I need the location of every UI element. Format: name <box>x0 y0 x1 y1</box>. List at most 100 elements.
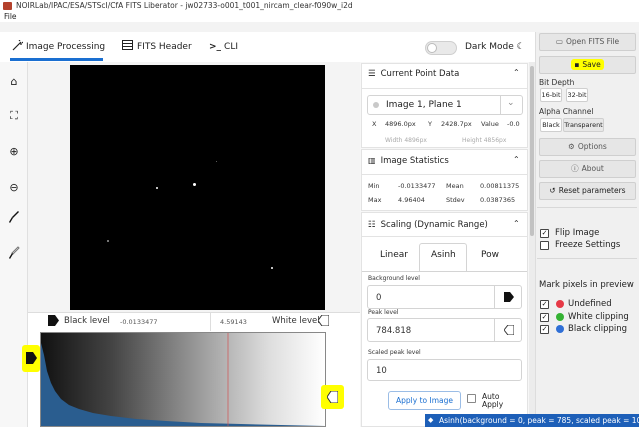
undefined-label: Undefined <box>568 299 612 309</box>
bar-chart-icon: ▥ <box>368 156 376 165</box>
histogram-white-handle-icon[interactable] <box>326 390 339 406</box>
folder-icon: ▭ <box>555 37 563 46</box>
divider <box>361 236 528 237</box>
bit-depth-32-button[interactable]: 32-bit <box>566 88 588 102</box>
sliders-icon: ☷ <box>368 220 376 230</box>
select-divider <box>500 96 501 114</box>
status-icon: ◆ <box>428 416 434 424</box>
star <box>271 267 273 269</box>
reset-parameters-button[interactable]: ↺ Reset parameters <box>539 182 636 200</box>
scaling-mode-linear[interactable]: Linear <box>380 250 408 260</box>
star <box>107 240 109 242</box>
black-level-label: Black level <box>64 316 110 326</box>
eyedropper-black-glyph <box>9 211 19 223</box>
about-label: About <box>581 164 604 173</box>
x-value: 4896.0px <box>385 120 416 128</box>
auto-apply-checkbox[interactable] <box>467 394 476 403</box>
chevron-down-icon[interactable]: ⌄ <box>507 98 515 108</box>
image-preview[interactable] <box>70 65 325 310</box>
white-level-handle-icon[interactable] <box>317 314 330 329</box>
undefined-checkbox[interactable]: ✓ <box>540 300 549 309</box>
info-icon: ⓘ <box>571 164 579 173</box>
tab-cli[interactable]: >_ CLI <box>209 36 238 58</box>
collapse-statistics-icon[interactable]: ⌃ <box>513 155 520 164</box>
histogram[interactable] <box>40 332 326 427</box>
tab-cli-label: CLI <box>224 42 238 52</box>
scaled-peak-input[interactable]: 10 <box>367 359 522 381</box>
stat-stdev-label: Stdev <box>446 196 465 204</box>
tab-image-processing[interactable]: Image Processing <box>12 36 105 58</box>
status-bar: Asinh(background = 0, peak = 785, scaled… <box>425 414 639 427</box>
menu-file[interactable]: File <box>4 12 17 21</box>
stat-max-label: Max <box>368 196 382 204</box>
eyedropper-white-icon[interactable] <box>4 246 24 262</box>
current-point-header[interactable]: ☰ Current Point Data <box>368 69 459 79</box>
tab-fits-header[interactable]: FITS Header <box>122 36 192 58</box>
collapse-current-point-icon[interactable]: ⌃ <box>513 68 520 77</box>
options-button[interactable]: ⚙ Options <box>539 138 636 156</box>
dark-mode-label-text: Dark Mode <box>465 42 514 52</box>
divider <box>537 258 637 259</box>
eyedropper-white-glyph <box>9 246 20 259</box>
divider <box>362 271 527 272</box>
bit-depth-label: Bit Depth <box>539 78 575 87</box>
image-statistics-title: Image Statistics <box>380 156 449 166</box>
image-width: Width 4896px <box>385 137 427 144</box>
eyedropper-black-icon[interactable] <box>4 210 24 226</box>
black-clipping-label: Black clipping <box>568 324 628 334</box>
moon-icon: ☾ <box>516 42 525 52</box>
scaling-header[interactable]: ☷ Scaling (Dynamic Range) <box>368 220 488 230</box>
alpha-black-button[interactable]: Black <box>540 118 562 132</box>
reset-parameters-label: Reset parameters <box>558 186 626 195</box>
about-button[interactable]: ⓘ About <box>539 160 636 178</box>
freeze-settings-label: Freeze Settings <box>555 240 621 250</box>
table-icon <box>122 40 133 50</box>
save-button[interactable]: ▪ Save <box>539 56 636 74</box>
dark-mode-label: Dark Mode ☾ <box>465 40 525 54</box>
collapse-scaling-icon[interactable]: ⌃ <box>513 219 520 228</box>
star <box>216 161 217 162</box>
app-icon <box>3 2 12 10</box>
apply-to-image-button[interactable]: Apply to Image <box>388 391 461 410</box>
white-level-label: White level <box>272 316 320 326</box>
plane-select-value: Image 1, Plane 1 <box>386 100 462 110</box>
alpha-transparent-button[interactable]: Transparent <box>563 118 604 132</box>
white-level-value: 4.59143 <box>220 318 247 326</box>
stat-mean-label: Mean <box>446 182 464 190</box>
histogram-black-handle-glyph <box>26 352 37 364</box>
bit-depth-16-button[interactable]: 16-bit <box>540 88 562 102</box>
star <box>193 183 196 186</box>
status-text: Asinh(background = 0, peak = 785, scaled… <box>439 416 639 425</box>
scaled-peak-value: 10 <box>376 366 387 376</box>
flip-image-label: Flip Image <box>555 228 600 238</box>
white-clipping-checkbox[interactable]: ✓ <box>540 313 549 322</box>
x-label: X <box>372 120 377 128</box>
zoom-in-icon[interactable]: ⊕ <box>4 144 24 160</box>
open-fits-button[interactable]: ▭ Open FITS File <box>539 33 636 51</box>
stat-min-label: Min <box>368 182 380 190</box>
image-statistics-header[interactable]: ▥ Image Statistics <box>368 156 449 166</box>
home-icon[interactable]: ⌂ <box>4 74 24 90</box>
zoom-out-icon[interactable]: ⊖ <box>4 180 24 196</box>
white-clipping-color-dot <box>556 313 564 321</box>
peak-picker-button[interactable] <box>494 319 522 341</box>
background-picker-button[interactable] <box>494 286 522 308</box>
white-handle-icon <box>504 325 514 335</box>
reset-icon: ↺ <box>549 186 556 195</box>
image-height: Height 4856px <box>462 137 507 144</box>
black-level-handle-icon[interactable] <box>48 315 59 329</box>
value-label: Value <box>481 120 499 128</box>
black-clipping-checkbox[interactable]: ✓ <box>540 325 549 334</box>
black-handle-icon <box>504 292 514 302</box>
save-highlight: ▪ Save <box>571 59 604 70</box>
auto-apply-label: Auto Apply <box>482 392 504 409</box>
histogram-black-handle-icon[interactable] <box>26 352 37 367</box>
scaling-mode-pow[interactable]: Pow <box>481 250 499 260</box>
background-level-label: Background level <box>368 275 420 282</box>
scaling-mode-asinh[interactable]: Asinh <box>431 250 456 260</box>
flip-image-checkbox[interactable]: ✓ <box>540 229 549 238</box>
scrollbar-thumb[interactable] <box>530 66 534 236</box>
fit-to-screen-icon[interactable]: ⛶ <box>4 108 24 124</box>
active-tab-indicator <box>10 58 103 61</box>
freeze-settings-checkbox[interactable] <box>540 241 549 250</box>
